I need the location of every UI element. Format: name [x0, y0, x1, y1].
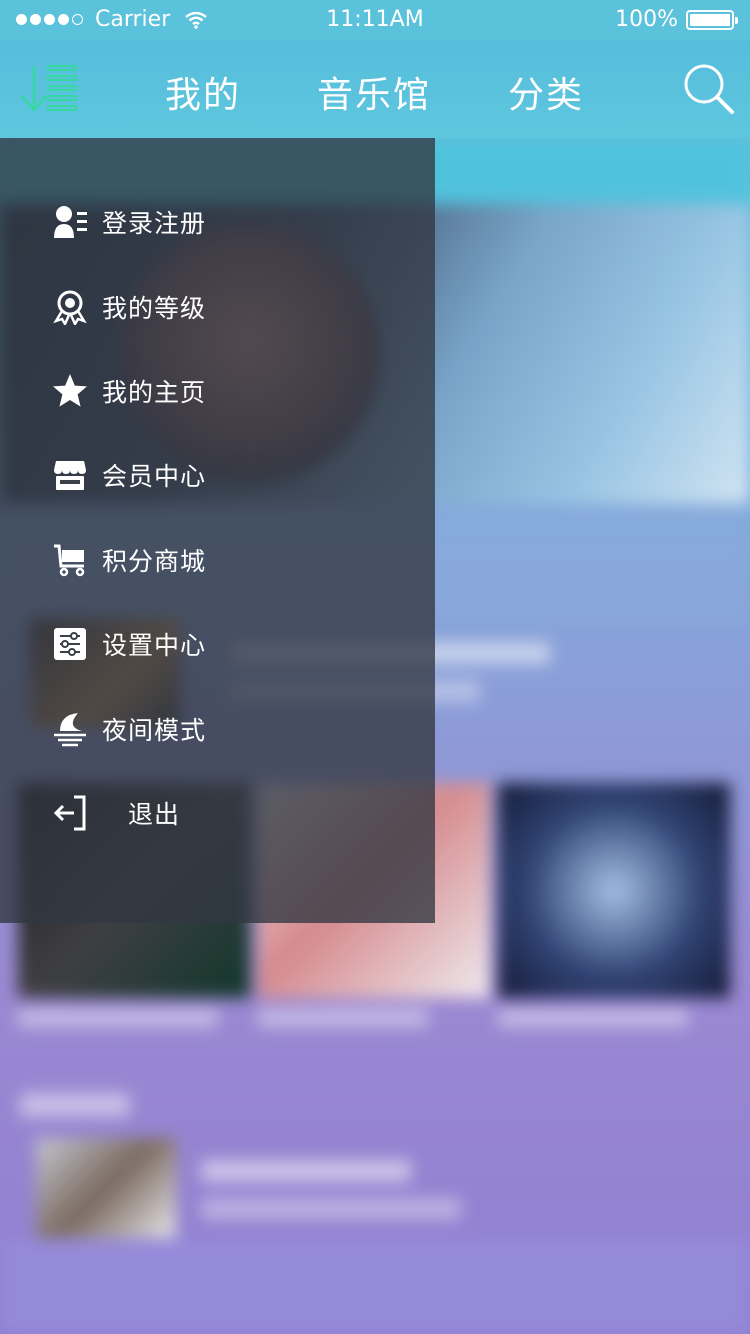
menu-item-vip-center[interactable]: 会员中心 — [0, 443, 435, 507]
menu-item-login-register[interactable]: 登录注册 — [0, 190, 435, 254]
menu-label-points-mall: 积分商城 — [102, 547, 207, 576]
menu-item-my-homepage[interactable]: 我的主页 — [0, 359, 435, 423]
menu-item-points-mall[interactable]: 积分商城 — [0, 528, 435, 592]
menu-label-settings-center: 设置中心 — [102, 631, 207, 660]
medal-icon — [53, 290, 87, 325]
side-drawer-menu: 登录注册 我的等级 我的主页 会员中心 积分商城 设置中心 夜间模式 退出 — [0, 138, 435, 923]
menu-label-my-homepage: 我的主页 — [102, 378, 207, 407]
status-bar: Carrier 11:11AM 100% — [0, 0, 750, 40]
tab-categories[interactable]: 分类 — [508, 66, 584, 118]
menu-list-icon[interactable] — [18, 62, 80, 118]
menu-label-login-register: 登录注册 — [102, 209, 207, 238]
menu-item-logout[interactable]: 退出 — [0, 781, 435, 845]
top-nav-bar: 我的 音乐馆 分类 — [0, 40, 750, 138]
background-player-bar — [0, 1238, 750, 1334]
menu-item-settings-center[interactable]: 设置中心 — [0, 612, 435, 676]
logout-icon — [53, 795, 86, 831]
user-login-icon — [54, 206, 87, 238]
battery-icon — [686, 9, 738, 30]
moon-icon — [54, 713, 86, 747]
star-icon — [53, 374, 87, 407]
battery-percent: 100% — [615, 7, 678, 32]
search-icon[interactable] — [682, 62, 736, 116]
menu-item-my-level[interactable]: 我的等级 — [0, 275, 435, 339]
background-list-item-2 — [36, 1138, 716, 1238]
menu-label-logout: 退出 — [128, 800, 181, 829]
vip-shop-icon — [54, 461, 86, 490]
menu-item-night-mode[interactable]: 夜间模式 — [0, 697, 435, 761]
background-section-title — [20, 1093, 130, 1117]
cart-icon — [54, 544, 85, 577]
menu-label-my-level: 我的等级 — [102, 294, 207, 323]
menu-label-vip-center: 会员中心 — [102, 462, 207, 491]
menu-label-night-mode: 夜间模式 — [102, 716, 207, 745]
settings-sliders-icon — [54, 628, 86, 660]
tab-music-hall[interactable]: 音乐馆 — [317, 66, 431, 118]
tab-mine[interactable]: 我的 — [165, 66, 241, 118]
